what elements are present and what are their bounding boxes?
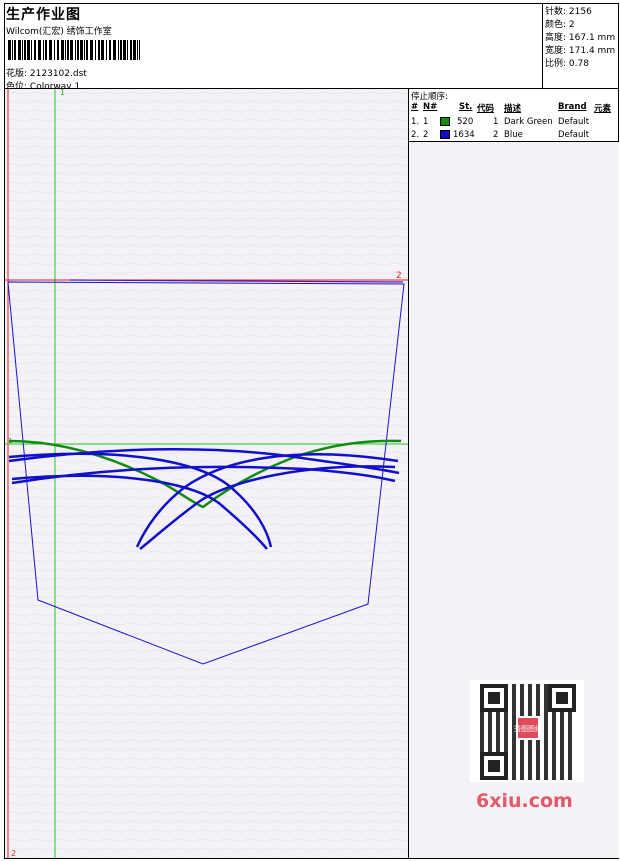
stat-stitches: 针数: 2156: [545, 7, 592, 17]
barcode-image: [8, 40, 140, 60]
stat-height: 高度: 167.1 mm: [545, 33, 616, 43]
row-n: 1: [423, 117, 429, 127]
design-drawing: 1 2 2 1: [5, 89, 408, 858]
design-canvas[interactable]: 1 2 2 1: [5, 89, 408, 858]
row-brand: Default: [558, 130, 590, 140]
row-desc: Blue: [504, 130, 523, 140]
stat-colors: 颜色: 2: [545, 20, 575, 30]
watermark-logo: 6xiu.com: [476, 790, 573, 812]
col-header-desc: 描述: [504, 104, 522, 114]
page-title: 生产作业图: [6, 7, 81, 23]
guide-marker-green-v: 1: [60, 89, 65, 97]
col-header-brand: Brand: [558, 102, 587, 112]
design-value: 2123102.dst: [29, 69, 87, 79]
col-header-st: St.: [459, 102, 473, 112]
design-info: 花版: 2123102.dst: [6, 66, 87, 79]
stats-panel: 针数: 2156 颜色: 2 高度: 167.1 mm 宽度: 171.4 mm…: [545, 6, 615, 71]
guide-marker-red-h: 2: [396, 271, 402, 281]
row-brand: Default: [558, 117, 590, 127]
col-header-num: #: [411, 102, 419, 112]
qr-code-image: 秀图图纸: [470, 680, 584, 782]
row-st: 520: [457, 117, 474, 127]
color-swatch: [440, 117, 450, 126]
guide-marker-red-v: 2: [11, 849, 16, 858]
qr-stamp-text: 秀图图纸: [514, 724, 542, 733]
col-header-code: 代码: [477, 104, 495, 114]
row-num: 2.: [411, 130, 420, 140]
row-code: 1: [493, 117, 499, 127]
row-num: 1.: [411, 117, 420, 127]
divider: [542, 3, 543, 88]
row-st: 1634: [453, 130, 475, 140]
stat-scale: 比例: 0.78: [545, 59, 589, 69]
software-name: Wilcom(汇宏) 绣饰工作室: [6, 27, 112, 37]
header-left: 生产作业图 Wilcom(汇宏) 绣饰工作室 花版: 2123102.dst 色…: [6, 4, 541, 92]
color-swatch: [440, 130, 450, 139]
row-n: 2: [423, 130, 429, 140]
col-header-n: N#: [423, 102, 438, 112]
stat-width: 宽度: 171.4 mm: [545, 46, 616, 56]
design-label: 花版:: [6, 69, 28, 79]
col-header-element: 元素: [594, 104, 612, 114]
stop-sequence-title: 停止顺序:: [411, 92, 448, 102]
row-code: 2: [493, 130, 499, 140]
row-desc: Dark Green: [504, 117, 553, 127]
stop-sequence-panel: 停止顺序: # N# St. 代码 描述 Brand 元素 1. 1 520 1…: [409, 89, 619, 141]
